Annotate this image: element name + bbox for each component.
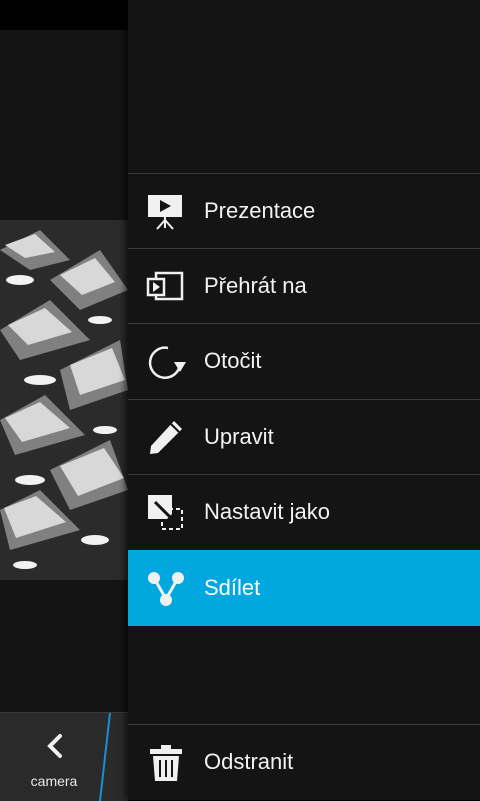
menu-item-label: Upravit: [204, 424, 274, 449]
bottom-action-bar: camera: [0, 712, 128, 801]
pencil-icon: [150, 421, 182, 454]
context-menu: Prezentace Přehrát na Otočit Upravit Nas…: [128, 0, 480, 800]
menu-item-share[interactable]: Sdílet: [128, 550, 480, 626]
rotate-icon: [148, 346, 186, 379]
menu-item-label: Sdílet: [204, 575, 261, 600]
menu-item-label: Nastavit jako: [204, 499, 330, 524]
photo-preview[interactable]: [0, 220, 128, 580]
menu-item-label: Přehrát na: [204, 273, 307, 298]
menu-item-slideshow[interactable]: Prezentace: [128, 173, 480, 249]
menu-item-play-on[interactable]: Přehrát na: [128, 248, 480, 324]
menu-item-edit[interactable]: Upravit: [128, 399, 480, 475]
action-bar-divider: [99, 713, 111, 801]
play-on-device-icon: [146, 271, 184, 301]
chevron-left-icon: [47, 734, 62, 758]
menu-item-set-as[interactable]: Nastavit jako: [128, 474, 480, 550]
menu-item-rotate[interactable]: Otočit: [128, 323, 480, 399]
trash-icon: [150, 745, 182, 781]
set-as-icon: [148, 495, 183, 530]
menu-item-label: Otočit: [204, 348, 262, 373]
slideshow-icon: [148, 195, 182, 230]
share-icon: [148, 572, 184, 606]
menu-item-label: Odstranit: [204, 749, 294, 774]
photo-viewer-background: camera: [0, 0, 128, 801]
menu-item-delete[interactable]: Odstranit: [128, 724, 480, 801]
menu-item-label: Prezentace: [204, 198, 316, 223]
status-strip: [0, 0, 128, 30]
